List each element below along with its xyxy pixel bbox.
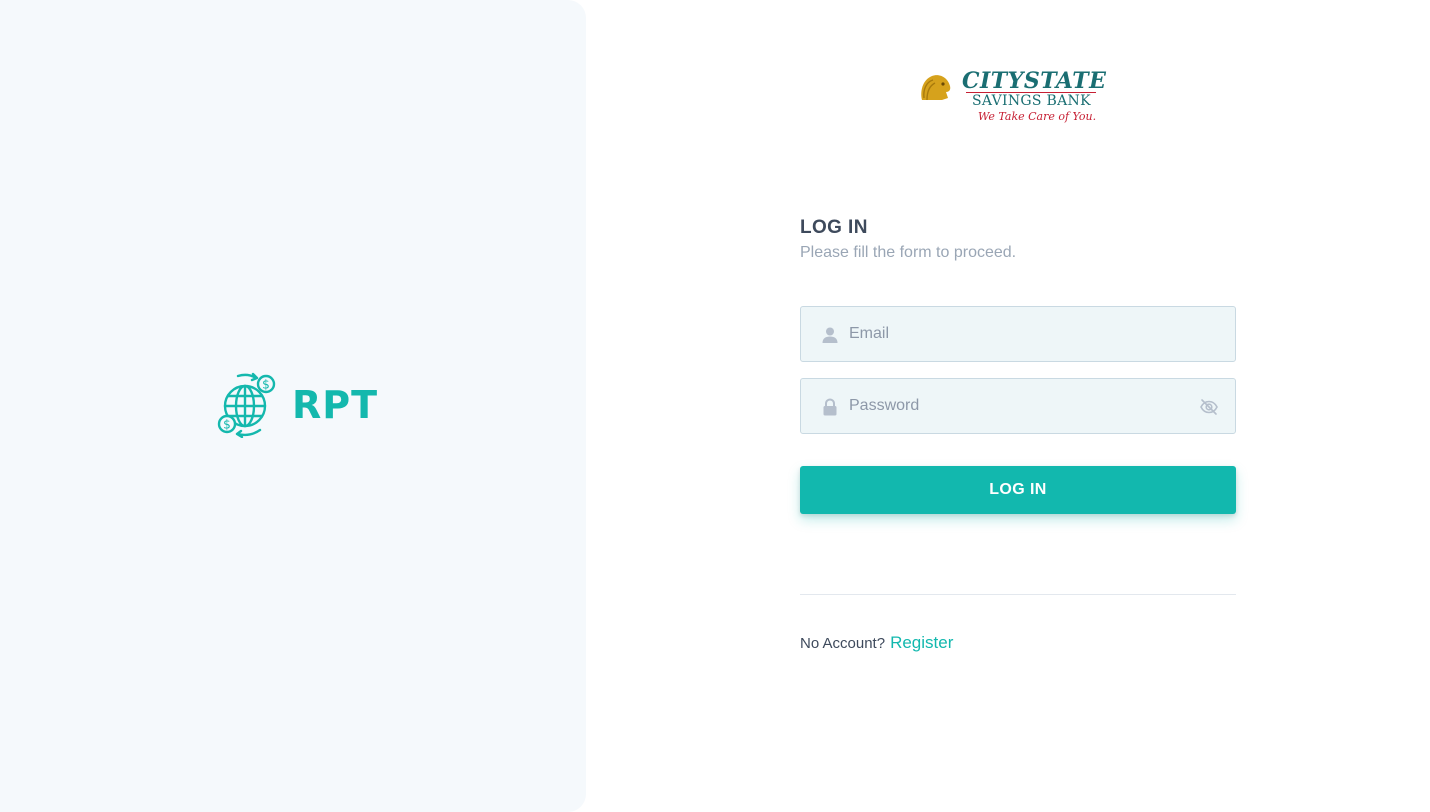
bank-tagline: We Take Care of You. <box>978 110 1097 123</box>
form-title: LOG IN <box>800 217 868 238</box>
register-prompt: No Account? <box>800 635 886 652</box>
email-field[interactable] <box>800 306 1236 362</box>
app-name: RPT <box>292 383 379 427</box>
divider <box>800 594 1236 595</box>
bank-name: CITYSTATE <box>962 68 1107 94</box>
register-link[interactable]: Register <box>890 633 953 653</box>
svg-text:$: $ <box>262 378 270 392</box>
login-page: $ $ RPT CITYSTATE SAVINGS BANK We Take C… <box>0 0 1430 812</box>
merlion-icon <box>921 75 951 101</box>
bank-logo: CITYSTATE SAVINGS BANK We Take Care of Y… <box>918 68 1106 128</box>
svg-text:$: $ <box>223 418 231 432</box>
globe-currency-icon: $ $ <box>217 372 276 438</box>
user-icon <box>822 327 838 343</box>
form-subtitle: Please fill the form to proceed. <box>800 244 1017 261</box>
password-field[interactable] <box>800 378 1236 434</box>
brand-panel: $ $ RPT <box>0 0 586 812</box>
lock-icon <box>823 398 837 416</box>
rpt-logo: $ $ RPT <box>216 372 378 438</box>
bank-sub: SAVINGS BANK <box>972 93 1091 109</box>
email-input[interactable] <box>849 307 1189 361</box>
register-row: No Account? Register <box>800 633 953 653</box>
password-input[interactable] <box>849 379 1189 433</box>
eye-off-icon[interactable] <box>1199 397 1219 417</box>
login-button[interactable]: LOG IN <box>800 466 1236 514</box>
